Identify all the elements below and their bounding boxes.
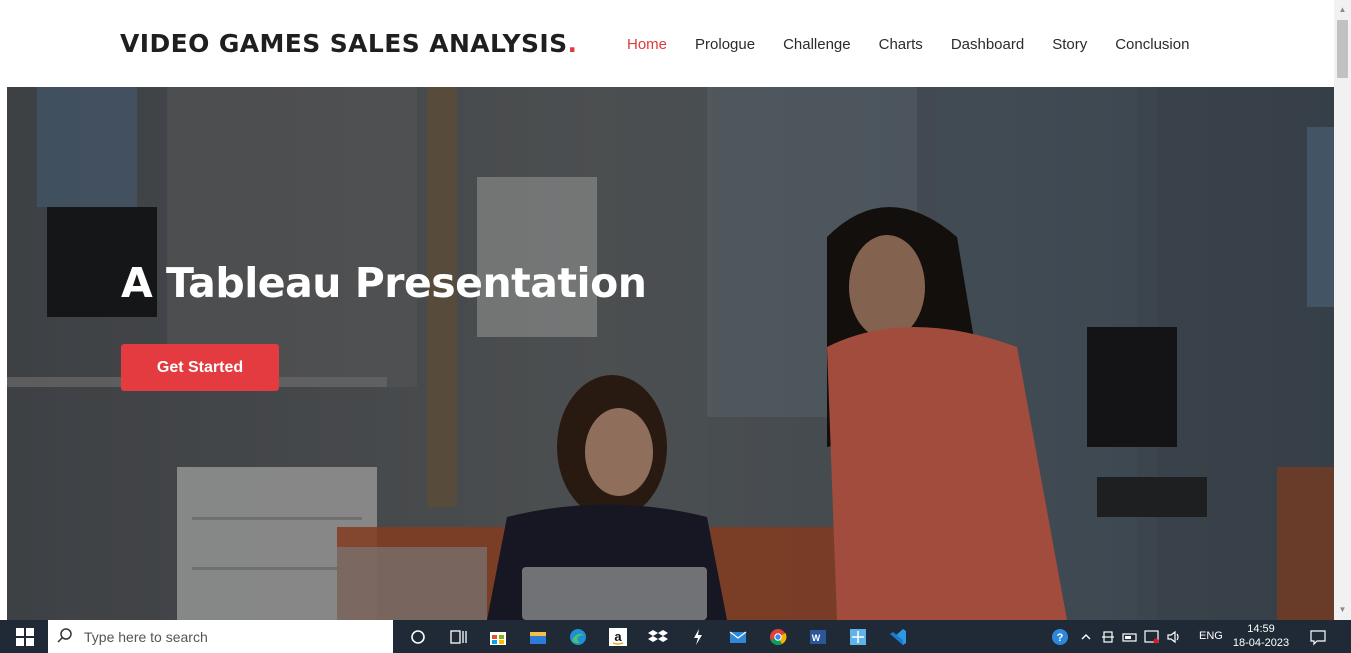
taskbar-clock[interactable]: 14:59 18-04-2023 [1232, 622, 1290, 650]
scroll-thumb[interactable] [1337, 20, 1348, 78]
task-view-icon[interactable] [447, 626, 469, 648]
svg-text:W: W [812, 633, 821, 643]
logo-text: VIDEO GAMES SALES ANALYSIS [120, 29, 568, 58]
scroll-down-arrow-icon[interactable]: ▼ [1334, 604, 1351, 616]
store-icon[interactable] [487, 626, 509, 648]
notification-icon[interactable] [1307, 626, 1329, 648]
file-explorer-icon[interactable] [527, 626, 549, 648]
cortana-icon[interactable] [407, 626, 429, 648]
windows-taskbar: a W ? ENG 14:59 18-04-2023 [0, 620, 1351, 653]
site-header: VIDEO GAMES SALES ANALYSIS. Home Prologu… [0, 0, 1334, 87]
search-input[interactable] [84, 620, 384, 653]
site-logo[interactable]: VIDEO GAMES SALES ANALYSIS. [120, 29, 577, 58]
chevron-up-icon[interactable] [1075, 626, 1097, 648]
windows-start-icon[interactable] [16, 628, 34, 646]
tableau-icon[interactable] [687, 626, 709, 648]
mail-icon[interactable] [727, 626, 749, 648]
hero-section: A Tableau Presentation Get Started [7, 87, 1334, 620]
dropbox-icon[interactable] [647, 626, 669, 648]
nav-dashboard[interactable]: Dashboard [937, 36, 1038, 53]
clock-date: 18-04-2023 [1232, 637, 1290, 649]
get-started-button[interactable]: Get Started [121, 344, 279, 391]
hero-title: A Tableau Presentation [121, 259, 647, 307]
chrome-icon[interactable] [767, 626, 789, 648]
word-icon[interactable]: W [807, 626, 829, 648]
svg-text:a: a [614, 629, 622, 644]
nav-conclusion[interactable]: Conclusion [1101, 36, 1203, 53]
help-icon[interactable]: ? [1049, 626, 1071, 648]
nav-charts[interactable]: Charts [865, 36, 937, 53]
network-icon[interactable] [1141, 626, 1163, 648]
browser-page: VIDEO GAMES SALES ANALYSIS. Home Prologu… [0, 0, 1351, 653]
scroll-up-arrow-icon[interactable]: ▲ [1334, 4, 1351, 16]
nav-home[interactable]: Home [613, 36, 681, 53]
main-nav: Home Prologue Challenge Charts Dashboard… [613, 36, 1203, 53]
clock-time: 14:59 [1247, 623, 1275, 635]
edge-icon[interactable] [567, 626, 589, 648]
amazon-icon[interactable]: a [607, 626, 629, 648]
nav-prologue[interactable]: Prologue [681, 36, 769, 53]
vscode-icon[interactable] [887, 626, 909, 648]
language-indicator[interactable]: ENG [1199, 630, 1223, 642]
page-scrollbar[interactable]: ▲ ▼ [1334, 0, 1351, 620]
battery-icon[interactable] [1119, 626, 1141, 648]
search-icon [57, 628, 72, 643]
nav-story[interactable]: Story [1038, 36, 1101, 53]
svg-text:?: ? [1057, 632, 1064, 644]
meet-now-icon[interactable] [1097, 626, 1119, 648]
volume-icon[interactable] [1163, 626, 1185, 648]
taskbar-search[interactable] [48, 620, 393, 653]
snipping-icon[interactable] [847, 626, 869, 648]
nav-challenge[interactable]: Challenge [769, 36, 865, 53]
logo-dot: . [567, 29, 578, 58]
